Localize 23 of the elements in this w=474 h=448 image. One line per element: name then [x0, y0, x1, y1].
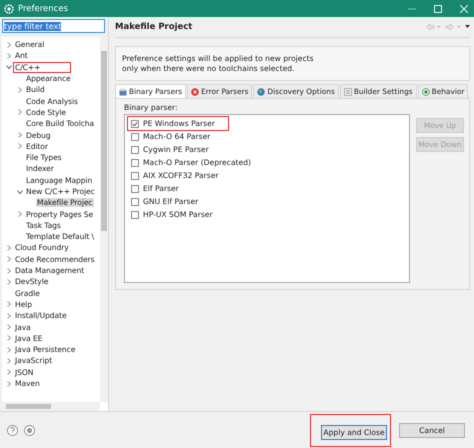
checkbox[interactable] — [131, 132, 139, 140]
record-icon[interactable] — [24, 424, 35, 436]
checkbox[interactable] — [131, 158, 139, 166]
list-icon — [344, 88, 352, 96]
filter-field[interactable]: type filter text — [2, 19, 105, 33]
window-title: Preferences — [18, 4, 68, 14]
page-title: Makefile Project — [115, 22, 192, 32]
navigation-arrows-icon[interactable] — [426, 23, 470, 31]
close-icon[interactable] — [460, 4, 468, 12]
maximize-icon[interactable] — [434, 4, 442, 12]
vertical-scrollbar[interactable] — [100, 37, 108, 402]
globe-icon — [257, 88, 266, 96]
checkbox[interactable] — [131, 210, 139, 218]
help-icon[interactable] — [7, 424, 18, 436]
checkbox[interactable] — [131, 120, 139, 128]
checkbox[interactable] — [131, 184, 139, 192]
checkbox[interactable] — [131, 172, 139, 180]
error-icon — [191, 88, 200, 96]
gear-icon — [4, 4, 14, 14]
horizontal-scrollbar[interactable] — [2, 402, 100, 411]
checkbox[interactable] — [131, 146, 139, 154]
checkbox[interactable] — [131, 198, 139, 206]
radio-icon — [422, 88, 430, 96]
